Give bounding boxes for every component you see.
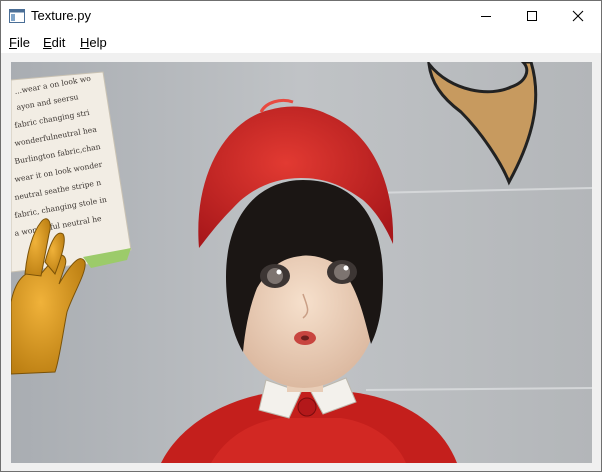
menu-help-accel: H: [80, 35, 90, 50]
menu-bar: File Edit Help: [1, 31, 601, 53]
maximize-icon: [527, 11, 537, 21]
maximize-button[interactable]: [509, 1, 555, 31]
close-button[interactable]: [555, 1, 601, 31]
menu-file-label: ile: [16, 35, 30, 50]
minimize-icon: [481, 16, 491, 17]
minimize-button[interactable]: [463, 1, 509, 31]
menu-help-label: elp: [89, 35, 107, 50]
menu-edit-label: dit: [51, 35, 66, 50]
menu-file-accel: F: [9, 35, 17, 50]
texture-image: ...wear a on look wo ayon and seersu fab…: [11, 62, 592, 463]
close-icon: [572, 10, 584, 22]
texture-canvas[interactable]: ...wear a on look wo ayon and seersu fab…: [11, 62, 592, 463]
menu-help[interactable]: Help: [80, 35, 107, 51]
coat-button: [297, 397, 317, 417]
title-bar[interactable]: Texture.py: [1, 1, 601, 31]
app-window: Texture.py File Edit Help ...wear a on l…: [0, 0, 602, 472]
menu-edit[interactable]: Edit: [43, 35, 65, 51]
menu-file[interactable]: File: [9, 35, 30, 51]
menu-edit-accel: E: [43, 35, 52, 50]
window-app-icon: [9, 9, 25, 23]
window-title: Texture.py: [31, 8, 91, 23]
